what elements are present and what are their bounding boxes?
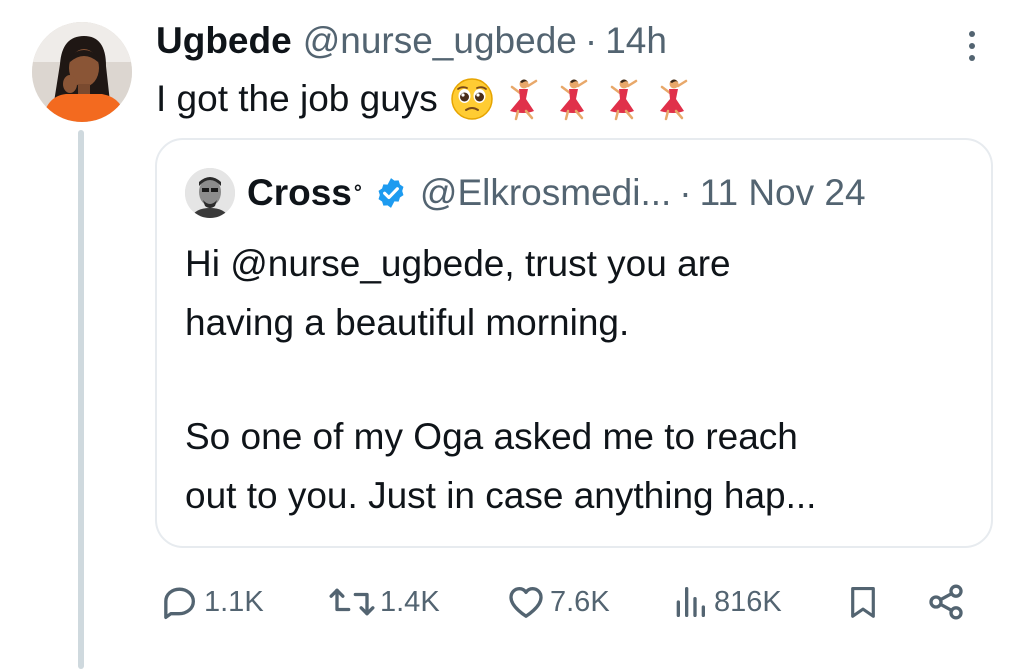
quoted-text-line: So one of my Oga asked me to reach: [185, 416, 798, 457]
tweet-body: I got the job guys: [156, 78, 438, 119]
quoted-author-avatar[interactable]: [185, 168, 235, 218]
quoted-separator-dot: ·: [679, 172, 692, 213]
quoted-text-line: Hi @nurse_ugbede, trust you are: [185, 243, 731, 284]
repost-icon: [329, 588, 375, 616]
share-button[interactable]: [926, 574, 966, 630]
bookmark-icon: [851, 586, 875, 618]
repost-count: 1.4K: [380, 585, 440, 618]
quoted-author-suffix: °: [353, 181, 362, 204]
bookmark-button[interactable]: [844, 574, 882, 630]
more-icon[interactable]: [960, 26, 984, 66]
pleading-face-emoji: [451, 78, 493, 120]
woman-dancing-emoji: [659, 79, 688, 121]
repost-button[interactable]: 1.4K: [328, 574, 440, 630]
quoted-tweet-header: Cross ° @Elkrosmedi... · 11 Nov 24: [185, 168, 866, 218]
action-bar: 1.1K 1.4K 7.6K 816K: [160, 574, 970, 630]
tweet-text: I got the job guys: [156, 74, 694, 124]
verified-badge-icon: [378, 178, 404, 208]
heart-icon: [509, 587, 543, 618]
reply-button[interactable]: 1.1K: [160, 574, 264, 630]
reply-count: 1.1K: [204, 585, 264, 618]
like-button[interactable]: 7.6K: [506, 574, 610, 630]
woman-dancing-emoji: [609, 79, 638, 121]
share-icon: [929, 584, 963, 620]
emoji-group: [450, 77, 694, 121]
quoted-tweet-card[interactable]: Cross ° @Elkrosmedi... · 11 Nov 24 Hi @n…: [155, 138, 993, 548]
quoted-text-line: out to you. Just in case anything hap...: [185, 475, 817, 516]
quoted-author-handle[interactable]: @Elkrosmedi...: [420, 172, 671, 214]
author-avatar[interactable]: [32, 22, 132, 122]
reply-icon: [164, 587, 195, 619]
thread-line: [78, 130, 84, 669]
woman-dancing-emoji: [559, 79, 588, 121]
quoted-timestamp[interactable]: 11 Nov 24: [700, 172, 866, 214]
views-count: 816K: [714, 585, 782, 618]
author-handle[interactable]: @nurse_ugbede: [303, 20, 577, 62]
like-count: 7.6K: [550, 585, 610, 618]
tweet-header: Ugbede @nurse_ugbede · 14h: [156, 20, 667, 66]
quoted-text-line: having a beautiful morning.: [185, 302, 630, 343]
separator-dot: ·: [584, 20, 598, 61]
woman-dancing-emoji: [509, 79, 538, 121]
views-icon: [676, 587, 705, 617]
tweet-timestamp[interactable]: 14h: [605, 20, 667, 62]
views-button[interactable]: 816K: [670, 574, 782, 630]
author-name[interactable]: Ugbede: [156, 20, 292, 62]
quoted-author-name[interactable]: Cross: [247, 172, 352, 214]
